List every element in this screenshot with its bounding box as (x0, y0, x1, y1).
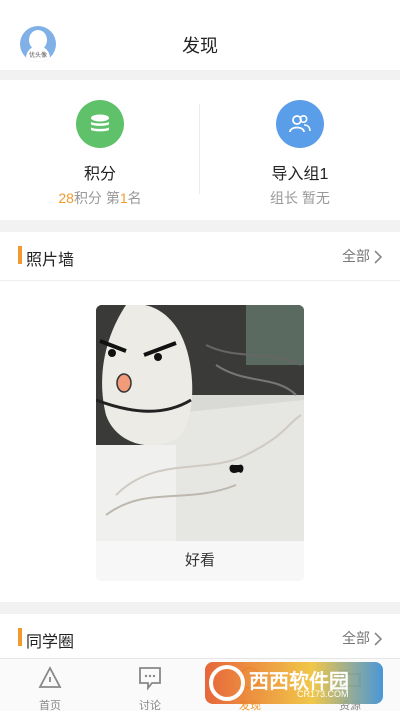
rank-value: 1 (119, 190, 128, 206)
tab-discussion-label: 讨论 (139, 700, 161, 711)
section-accent-bar (18, 246, 22, 264)
points-card[interactable]: 积分 28积分 第1名 (0, 80, 200, 220)
points-rank: 28积分 第1名 (0, 188, 200, 208)
photo-wall-more-link[interactable]: 全部 (342, 246, 370, 266)
photo-wall-title: 照片墙 (26, 252, 75, 269)
chevron-right-icon[interactable] (374, 632, 382, 646)
group-icon (276, 100, 324, 148)
classmates-title: 同学圈 (26, 634, 75, 651)
classmates-header: 同学圈 全部 (0, 614, 400, 662)
watermark-circle-icon (209, 665, 245, 701)
classmates-more-link[interactable]: 全部 (342, 628, 370, 648)
rank-suffix: 名 (127, 190, 142, 206)
group-label: 导入组1 (271, 166, 329, 183)
photo-wall-header: 照片墙 全部 (0, 232, 400, 280)
photo-image[interactable] (96, 305, 304, 541)
chat-bubble-icon (139, 667, 161, 691)
page-title: 发现 (182, 36, 218, 56)
watermark-logo: 西西软件园 CR173.COM (205, 662, 383, 704)
photo-card[interactable]: 好看 (96, 305, 304, 581)
photo-caption: 好看 (184, 552, 215, 569)
tab-discussion[interactable]: 讨论 (100, 659, 200, 711)
tab-home-label: 首页 (39, 700, 61, 711)
home-triangle-icon (38, 666, 62, 688)
watermark-url: CR173.COM (297, 689, 349, 699)
header: 优头像 发现 (0, 0, 400, 70)
photo-wall: 好看 (0, 280, 400, 602)
points-value: 28 (58, 190, 74, 206)
tab-home[interactable]: 首页 (0, 659, 100, 711)
points-label: 积分 (83, 166, 116, 183)
chevron-right-icon[interactable] (374, 250, 382, 264)
section-accent-bar (18, 628, 22, 646)
group-card[interactable]: 导入组1 组长 暂无 (200, 80, 400, 220)
coins-stack-icon (76, 100, 124, 148)
group-leader: 组长 暂无 (270, 190, 330, 206)
stats-panel: 积分 28积分 第1名 导入组1 组长 暂无 (0, 80, 400, 220)
points-rank-text: 积分 第 (73, 190, 120, 206)
